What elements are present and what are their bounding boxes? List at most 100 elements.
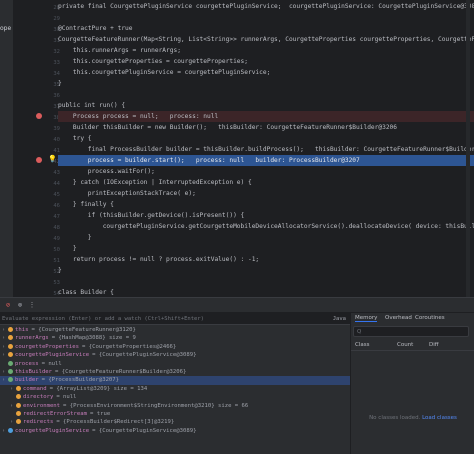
memory-empty-state: No classes loaded. Load classes [351,415,474,421]
variable-row[interactable]: › environment = {ProcessEnvironment$String… [0,402,360,410]
variables-tree[interactable]: › this = {CourgetteFeatureRunner@3120} › run… [0,326,352,454]
variable-value: = {HashMap@3088} size = 9 [51,335,136,342]
variable-row[interactable]: › thisBuilder = {CourgetteFeatureRunner$Bu… [0,368,352,376]
variable-row[interactable]: › redirects = {ProcessBuilder$Redirect[3]@… [0,418,360,426]
code-line[interactable]: Builder thisBuilder = new Builder(); thi… [58,122,474,133]
variable-name: courgettePluginService [15,427,90,434]
language-select[interactable]: Java [333,313,346,325]
variable-icon [8,352,13,358]
expand-arrow-icon[interactable]: › [2,334,8,342]
breakpoint-icon[interactable] [36,157,42,163]
code-line[interactable]: process = builder.start(); process: null… [58,155,474,166]
code-line[interactable]: this.runnerArgs = runnerArgs; [58,45,474,56]
variable-row[interactable]: process = null [0,360,352,368]
variable-row[interactable]: › courgetteProperties = {CourgetteProperti… [0,343,352,351]
expand-arrow-icon[interactable]: › [2,351,8,359]
more-icon[interactable]: ⋮ [28,301,36,309]
variable-value: = {ArrayList@3209} size = 134 [49,385,148,392]
search-icon: Q [357,329,362,335]
variable-icon [16,411,21,416]
variable-row[interactable]: › command = {ArrayList@3209} size = 134 [0,385,360,393]
variable-value: = {ProcessBuilder@3207} [41,377,120,384]
variable-row[interactable]: › courgettePluginService = {CourgettePlugi… [0,427,352,435]
expand-arrow-icon[interactable]: › [10,418,16,426]
breakpoints-icon[interactable]: ⊘ [4,301,12,309]
code-line[interactable]: printExceptionStackTrace( e); [58,188,474,199]
code-line[interactable]: } [58,232,474,243]
variable-name: command [23,385,47,392]
tab-memory[interactable]: Memory [355,315,378,322]
memory-search-input[interactable]: Q [353,326,469,337]
column-diff[interactable]: Diff [429,340,439,350]
expand-arrow-icon[interactable]: › [2,326,8,334]
load-classes-link[interactable]: Load classes [422,415,457,421]
variable-name: thisBuilder [15,369,53,375]
code-line[interactable]: } finally { [58,199,474,210]
variable-icon [8,377,13,383]
variable-icon [16,402,21,408]
variable-row[interactable]: › courgettePluginService = {CourgettePlugi… [0,351,352,359]
empty-text: No classes loaded. [369,415,421,421]
code-line[interactable]: } [58,78,474,89]
variable-value: = {ProcessBuilder$Redirect[3]@3219} [56,419,175,426]
column-class[interactable]: Class [355,340,369,350]
evaluate-expression-input[interactable]: Evaluate expression (Enter) or add a wat… [0,313,350,325]
variable-name: courgettePluginService [15,352,90,359]
mute-breakpoints-icon[interactable]: ⊗ [16,301,24,309]
memory-table-header: Class Count Diff [351,340,474,351]
variable-icon [16,394,21,400]
variable-name: directory [23,394,54,401]
variable-icon [16,419,21,425]
code-line[interactable] [58,12,474,23]
editor-scrollbar[interactable] [466,0,470,297]
code-line[interactable]: class Builder { [58,287,474,297]
variable-row[interactable]: › runnerArgs = {HashMap@3088} size = 9 [0,334,352,342]
code-line[interactable]: if (thisBuilder.getDevice().isPresent())… [58,210,474,221]
debug-toolbar: ⊘ ⊗ ⋮ [0,298,474,313]
editor-gutter[interactable]: 28 29 30 31 32 33 34 35 36 37 38 39 40 41 42 43 44 45 46 47… [14,0,60,297]
side-panel-label: ope [0,25,12,32]
variable-icon [8,427,13,433]
code-line[interactable]: process.waitFor(); [58,166,474,177]
code-line[interactable]: try { [58,133,474,144]
code-line[interactable]: public int run() { [58,100,474,111]
code-line[interactable]: CourgetteFeatureRunner(Map<String, List<… [58,34,474,45]
code-line[interactable]: } catch (IOException | InterruptedExcept… [58,177,474,188]
tab-coroutines[interactable]: Coroutines [415,315,445,321]
variable-value: = {CourgetteProperties@2466} [82,343,177,350]
code-line[interactable]: final ProcessBuilder builder = thisBuild… [58,144,474,155]
code-line[interactable]: this.courgettePluginService = courgetteP… [58,67,474,78]
variable-value: = null [56,394,77,401]
code-line[interactable]: @ContractPure + true [58,23,474,34]
expand-arrow-icon[interactable]: › [2,376,8,384]
variable-name: runnerArgs [15,335,49,342]
code-line[interactable]: Process process = null; process: null [58,111,474,122]
code-line[interactable]: } [58,265,474,276]
code-line[interactable]: courgettePluginService.getCourgetteMobil… [58,221,474,232]
tab-overhead[interactable]: Overhead [385,315,412,321]
expand-arrow-icon[interactable]: › [2,368,8,376]
variable-row[interactable]: directory = null [0,393,360,401]
variable-row[interactable]: redirectErrorStream = true [0,410,360,418]
variable-name: this [15,327,29,333]
intention-bulb-icon[interactable]: 💡 [48,155,57,163]
variable-icon [8,343,13,349]
code-line[interactable]: this.courgetteProperties = courgetteProp… [58,56,474,67]
code-line[interactable]: private final CourgettePluginService cou… [58,1,474,12]
variable-row[interactable]: › this = {CourgetteFeatureRunner@3120} [0,326,352,334]
variable-name: process [15,360,39,367]
variable-value: = true [90,411,111,417]
code-line[interactable] [58,89,474,100]
code-line[interactable]: } [58,243,474,254]
code-line[interactable] [58,276,474,287]
code-line[interactable]: return process != null ? process.exitVal… [58,254,474,265]
variable-row[interactable]: › builder = {ProcessBuilder@3207} [0,376,352,385]
variable-value: = {CourgetteFeatureRunner@3120} [31,327,136,333]
variable-name: builder [15,377,39,384]
breakpoint-icon[interactable] [36,113,42,119]
code-editor[interactable]: 28 29 30 31 32 33 34 35 36 37 38 39 40 41 42 43 44 45 46 47… [14,0,474,297]
variable-icon [16,385,21,391]
column-count[interactable]: Count [397,340,413,350]
variable-name: environment [23,402,61,409]
memory-tabs: Memory Overhead Coroutines [351,313,474,325]
